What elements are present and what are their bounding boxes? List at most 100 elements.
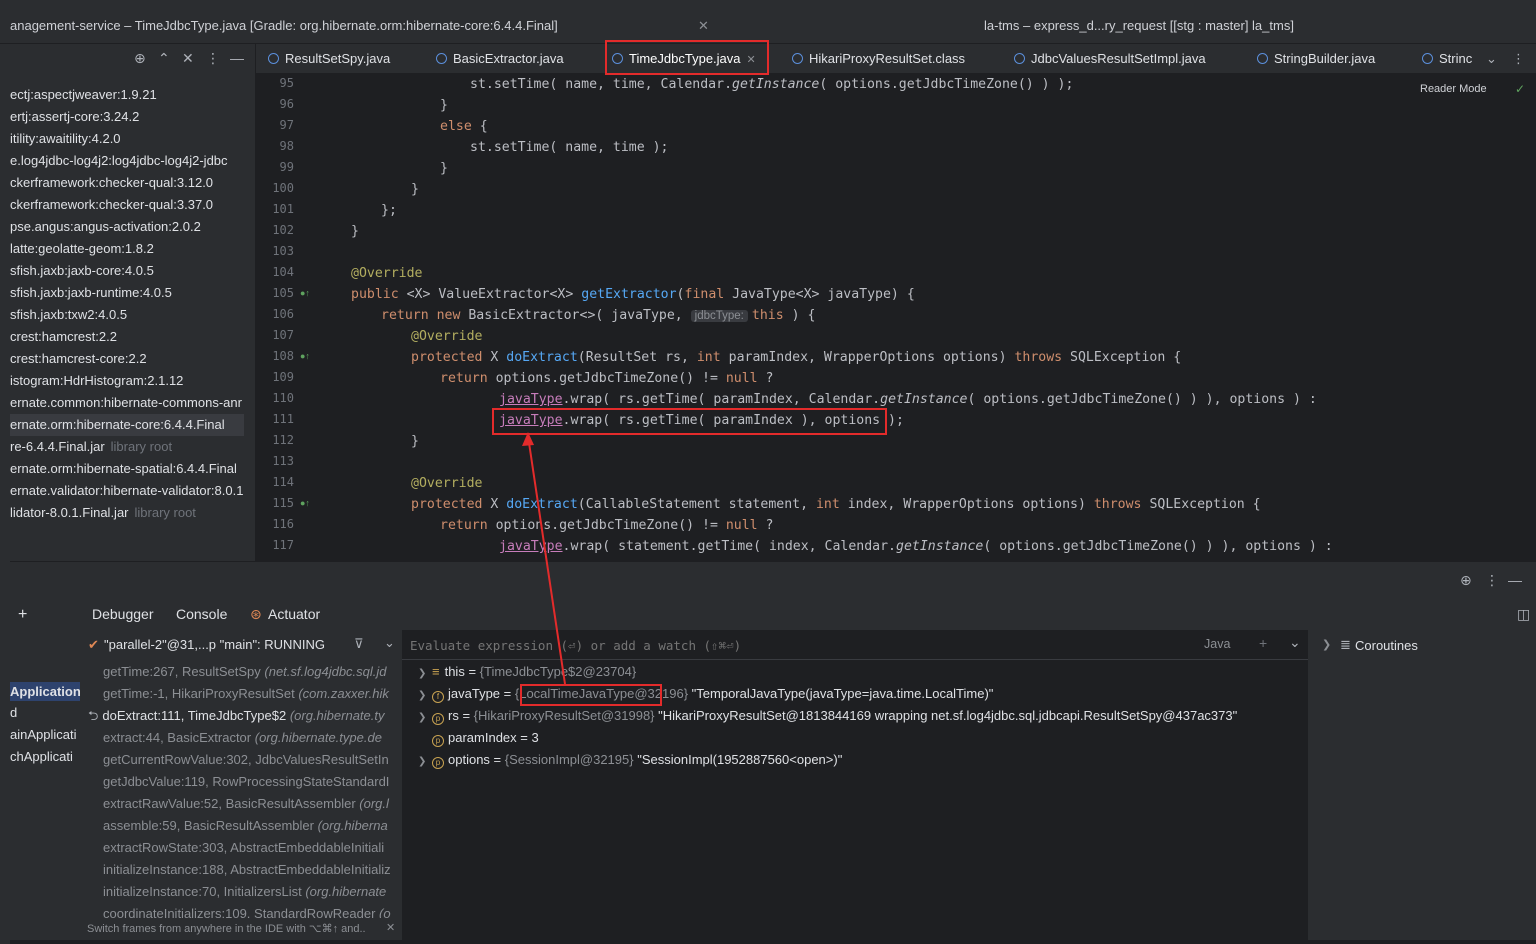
override-marker-icon[interactable]: ●↑ (300, 498, 310, 508)
tree-item[interactable]: sfish.jaxb:txw2:4.0.5 (10, 304, 127, 326)
editor-scroll-gutter[interactable] (1531, 74, 1536, 561)
expand-arrow-icon[interactable]: ❯ (1322, 638, 1331, 651)
tree-item[interactable]: crest:hamcrest-core:2.2 (10, 348, 147, 370)
close-icon[interactable]: ✕ (698, 18, 709, 34)
settings-icon[interactable]: ⊕ (1460, 572, 1472, 589)
code-line-95: st.setTime( name, time, Calendar.getInst… (470, 77, 1074, 92)
return-icon: ⮌ (88, 708, 99, 723)
coroutines-label[interactable]: Coroutines (1355, 638, 1418, 653)
tab-string[interactable]: Strinc (1422, 44, 1482, 74)
tab-jdbcvaluesresultsetimpl[interactable]: JdbcValuesResultSetImpl.java (1014, 44, 1206, 74)
thread-selector[interactable]: ✔ "parallel-2"@31,...p "main": RUNNING ⊽… (80, 630, 402, 660)
line-number: 115 (272, 496, 294, 510)
collapse-icon[interactable]: ✕ (182, 50, 194, 67)
tree-item[interactable]: crest:hamcrest:2.2 (10, 326, 117, 348)
add-icon[interactable]: + (18, 606, 27, 624)
more-icon[interactable]: ⋮ (1485, 572, 1499, 589)
locate-icon[interactable]: ⊕ (134, 50, 146, 67)
stack-frame[interactable]: initializeInstance:188, AbstractEmbeddab… (103, 859, 391, 881)
line-number: 117 (272, 538, 294, 552)
stack-frame[interactable]: assemble:59, BasicResultAssembler (org.h… (103, 815, 388, 837)
tree-item[interactable]: ectj:aspectjweaver:1.9.21 (10, 84, 157, 106)
tree-item[interactable]: ernate.common:hibernate-commons-anr (10, 392, 242, 414)
tab-timejdbctype[interactable]: TimeJdbcType.java ✕ (612, 44, 756, 74)
stack-frame[interactable]: extractRawValue:52, BasicResultAssembler… (103, 793, 389, 815)
language-selector[interactable]: Java (1204, 637, 1230, 651)
stack-frames-list: getTime:267, ResultSetSpy (net.sf.log4jd… (80, 660, 402, 918)
filter-icon[interactable]: ⊽ (354, 636, 364, 652)
tree-item[interactable]: itility:awaitility:4.2.0 (10, 128, 121, 150)
layout-icon[interactable]: ◫ (1517, 606, 1530, 623)
tree-item[interactable]: ernate.orm:hibernate-spatial:6.4.4.Final (10, 458, 237, 480)
chevron-down-icon[interactable]: ⌄ (1289, 634, 1301, 651)
class-icon (436, 53, 447, 64)
tab-debugger[interactable]: Debugger (92, 606, 154, 622)
evaluate-expression-input[interactable] (410, 635, 970, 655)
tab-hikariproxyresultset[interactable]: HikariProxyResultSet.class (792, 44, 965, 74)
stack-frame[interactable]: extractRowState:303, AbstractEmbeddableI… (103, 837, 384, 859)
expand-arrow-icon[interactable]: ❯ (418, 751, 432, 773)
tree-item[interactable]: ertj:assertj-core:3.24.2 (10, 106, 139, 128)
session-item[interactable]: chApplicati (10, 749, 73, 764)
minimize-icon[interactable]: — (230, 50, 244, 66)
debug-sessions-list: Application d ainApplicati chApplicati (10, 630, 80, 940)
stack-frame[interactable]: initializeInstance:70, InitializersList … (103, 881, 386, 903)
code-line-102: } (351, 224, 359, 239)
code-line-112: } (411, 434, 419, 449)
tab-actuator[interactable]: Actuator (268, 606, 320, 622)
stack-frame[interactable]: extract:44, BasicExtractor (org.hibernat… (103, 727, 382, 749)
tab-resultsetspy[interactable]: ResultSetSpy.java (268, 44, 390, 74)
stack-frame[interactable]: getCurrentRowValue:302, JdbcValuesResult… (103, 749, 389, 771)
code-editor[interactable]: st.setTime( name, time, Calendar.getInst… (323, 74, 1536, 561)
variable-row-rs[interactable]: ❯ p rs = {HikariProxyResultSet@31998} "Hik… (418, 705, 1237, 727)
tree-item[interactable]: re-6.4.4.Final.jar library root (10, 436, 172, 458)
code-line-111: javaType.wrap( rs.getTime( paramIndex ),… (499, 413, 904, 428)
variable-row-options[interactable]: ❯ p options = {SessionImpl@32195} "Session… (418, 749, 842, 771)
code-line-109: return options.getJdbcTimeZone() != null… (440, 371, 774, 386)
expand-icon[interactable]: ⌃ (158, 50, 170, 67)
close-icon[interactable]: ✕ (386, 921, 395, 934)
session-item[interactable]: Application (10, 682, 80, 701)
tab-console[interactable]: Console (176, 606, 227, 622)
chevron-down-icon[interactable]: ⌄ (1486, 44, 1497, 74)
add-watch-icon[interactable]: + (1259, 635, 1267, 651)
tree-item-selected[interactable]: ernate.orm:hibernate-core:6.4.4.Final (10, 414, 244, 436)
variable-row-paramindex[interactable]: p paramIndex = 3 (432, 727, 539, 749)
tree-item[interactable]: ernate.validator:hibernate-validator:8.0… (10, 480, 243, 502)
tree-item[interactable]: latte:geolatte-geom:1.8.2 (10, 238, 154, 260)
stack-frame[interactable]: getJdbcValue:119, RowProcessingStateStan… (103, 771, 389, 793)
stack-frame[interactable]: getTime:267, ResultSetSpy (net.sf.log4jd… (103, 661, 387, 683)
stack-frame-current[interactable]: ⮌ doExtract:111, TimeJdbcType$2 (org.hibe… (88, 705, 385, 727)
tab-stringbuilder[interactable]: StringBuilder.java (1257, 44, 1375, 74)
expand-arrow-icon[interactable]: ❯ (418, 707, 432, 729)
thread-label: "parallel-2"@31,...p "main": RUNNING (104, 637, 325, 652)
stack-frame[interactable]: coordinateInitializers:109, StandardRowR… (103, 903, 391, 918)
stack-frame[interactable]: getTime:-1, HikariProxyResultSet (com.za… (103, 683, 389, 705)
close-icon[interactable]: ✕ (747, 54, 756, 66)
class-icon (268, 53, 279, 64)
tab-basicextractor[interactable]: BasicExtractor.java (436, 44, 564, 74)
session-item[interactable]: ainApplicati (10, 727, 77, 742)
tree-item[interactable]: ckerframework:checker-qual:3.12.0 (10, 172, 213, 194)
chevron-down-icon[interactable]: ⌄ (384, 635, 395, 651)
tree-item[interactable]: istogram:HdrHistogram:2.1.12 (10, 370, 183, 392)
debug-tab-bar: + Debugger Console ⊛ Actuator ◫ (10, 598, 1536, 630)
tree-item[interactable]: sfish.jaxb:jaxb-runtime:4.0.5 (10, 282, 172, 304)
more-icon[interactable]: ⋮ (206, 50, 220, 67)
tree-item[interactable]: ckerframework:checker-qual:3.37.0 (10, 194, 213, 216)
minimize-icon[interactable]: — (1508, 572, 1522, 588)
expand-arrow-icon[interactable]: ❯ (418, 685, 432, 707)
variable-row-javatype[interactable]: ❯ f javaType = {LocalTimeJavaType@32196} "… (418, 683, 993, 705)
override-marker-icon[interactable]: ●↑ (300, 288, 310, 298)
override-marker-icon[interactable]: ●↑ (300, 351, 310, 361)
frames-hint-bar: Switch frames from anywhere in the IDE w… (80, 918, 402, 940)
expand-arrow-icon[interactable]: ❯ (418, 663, 432, 685)
tree-item[interactable]: lidator-8.0.1.Final.jar library root (10, 502, 196, 524)
session-item[interactable]: d (10, 705, 17, 720)
variable-row-this[interactable]: ❯ ≡ this = {TimeJdbcType$2@23704} (418, 661, 636, 683)
more-icon[interactable]: ⋮ (1512, 44, 1525, 74)
tree-item[interactable]: pse.angus:angus-activation:2.0.2 (10, 216, 201, 238)
tree-item[interactable]: e.log4jdbc-log4j2:log4jdbc-log4j2-jdbc (10, 150, 228, 172)
reader-mode-button[interactable]: Reader Mode (1420, 83, 1487, 95)
tree-item[interactable]: sfish.jaxb:jaxb-core:4.0.5 (10, 260, 154, 282)
